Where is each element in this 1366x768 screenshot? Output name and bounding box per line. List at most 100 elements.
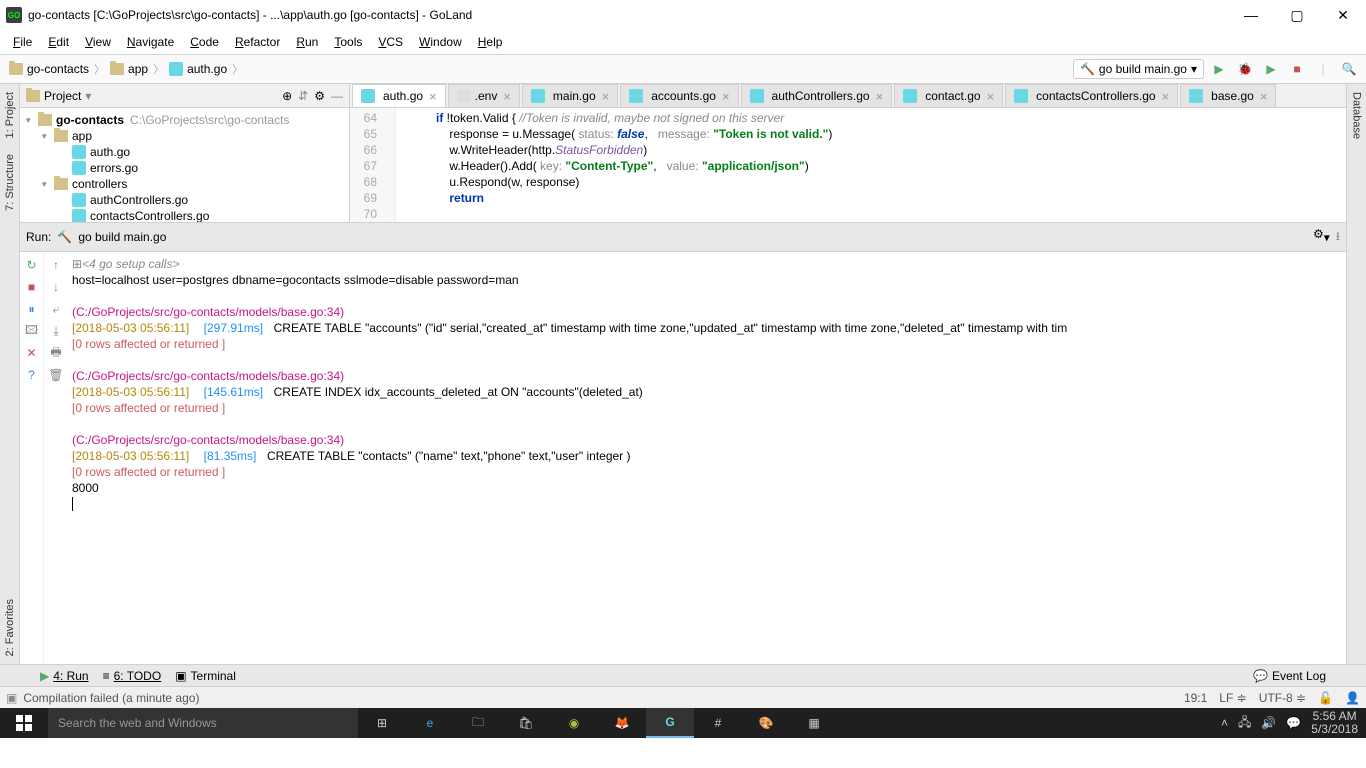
menu-code[interactable]: Code [183, 33, 226, 51]
code-content[interactable]: if !token.Valid { //Token is invalid, ma… [396, 108, 1346, 222]
coverage-button[interactable]: ▶ [1260, 58, 1282, 80]
up-button[interactable]: ↑ [47, 256, 65, 274]
gear-icon[interactable]: ⚙ [314, 89, 325, 103]
menu-refactor[interactable]: Refactor [228, 33, 287, 51]
hide-icon[interactable]: — [331, 89, 343, 103]
tree-root[interactable]: ▾go-contactsC:\GoProjects\src\go-contact… [20, 112, 349, 128]
editor-tab-auth[interactable]: auth.go× [352, 84, 446, 107]
event-log-button[interactable]: 💬Event Log [1253, 669, 1326, 683]
tree-file[interactable]: contactsControllers.go [20, 208, 349, 222]
lock-icon[interactable]: 🔓 [1318, 691, 1333, 705]
menu-edit[interactable]: Edit [41, 33, 76, 51]
pause-button[interactable]: ⏸ [23, 300, 41, 318]
scroll-button[interactable]: ⤓ [47, 322, 65, 340]
breadcrumb-item[interactable]: go-contacts [6, 62, 92, 76]
taskbar-app-goland[interactable]: G [646, 708, 694, 738]
taskbar-app-android[interactable]: ◉ [550, 708, 598, 738]
run-config-selector[interactable]: 🔨 go build main.go ▾ [1073, 59, 1204, 79]
menu-window[interactable]: Window [412, 33, 469, 51]
editor-tab-base[interactable]: base.go× [1180, 84, 1276, 107]
bottom-tab-todo[interactable]: ≡6: TODO [103, 669, 162, 683]
close-button[interactable]: ✕ [23, 344, 41, 362]
hide-icon[interactable]: ⭳ [1336, 227, 1340, 248]
help-button[interactable]: ? [23, 366, 41, 384]
tray-notifications-icon[interactable]: 💬 [1286, 716, 1301, 730]
tray-network-icon[interactable]: 🖧 [1238, 713, 1251, 734]
maximize-button[interactable]: ▢ [1274, 0, 1320, 30]
run-button[interactable]: ▶ [1208, 58, 1230, 80]
close-icon[interactable]: × [1162, 89, 1170, 104]
menu-file[interactable]: File [6, 33, 39, 51]
menu-tools[interactable]: Tools [327, 33, 369, 51]
rerun-button[interactable]: ↻ [23, 256, 41, 274]
tool-tab-structure[interactable]: 7: Structure [2, 146, 18, 219]
dump-button[interactable]: 🖾 [23, 322, 41, 340]
taskbar-app-edge[interactable]: e [406, 708, 454, 738]
line-separator[interactable]: LF ≑ [1219, 691, 1246, 705]
menu-help[interactable]: Help [471, 33, 510, 51]
debug-button[interactable]: 🐞 [1234, 58, 1256, 80]
close-icon[interactable]: × [503, 89, 511, 104]
taskbar-search[interactable]: Search the web and Windows [48, 708, 358, 738]
chevron-down-icon[interactable]: ▾ [85, 89, 91, 103]
editor-tab-authcontrollers[interactable]: authControllers.go× [741, 84, 893, 107]
caret-position[interactable]: 19:1 [1184, 691, 1207, 705]
hector-icon[interactable]: 👤 [1345, 691, 1360, 705]
breadcrumb-item[interactable]: app [107, 62, 151, 76]
encoding[interactable]: UTF-8 ≑ [1259, 691, 1306, 705]
tray-volume-icon[interactable]: 🔊 [1261, 716, 1276, 730]
menu-run[interactable]: Run [289, 33, 325, 51]
tray-chevron-up-icon[interactable]: ˄ [1221, 716, 1228, 730]
collapse-icon[interactable]: ⇵ [298, 89, 308, 103]
print-button[interactable]: 🖶 [47, 344, 65, 362]
code-editor[interactable]: 64656667686970 if !token.Valid { //Token… [350, 108, 1346, 222]
taskbar-app-firefox[interactable]: 🦊 [598, 708, 646, 738]
tool-tab-database[interactable]: Database [1349, 84, 1365, 147]
chevron-down-icon[interactable]: ▾ [42, 131, 54, 142]
stop-button[interactable]: ■ [1286, 58, 1308, 80]
menu-view[interactable]: View [78, 33, 118, 51]
taskbar-app-generic[interactable]: ▦ [790, 708, 838, 738]
minimize-button[interactable]: — [1228, 0, 1274, 30]
close-icon[interactable]: × [429, 89, 437, 104]
tree-file[interactable]: errors.go [20, 160, 349, 176]
bottom-tab-terminal[interactable]: ▣Terminal [175, 669, 236, 683]
taskbar-app-taskview[interactable]: ⊞ [358, 708, 406, 738]
editor-tab-contactscontrollers[interactable]: contactsControllers.go× [1005, 84, 1178, 107]
stop-button[interactable]: ■ [23, 278, 41, 296]
target-icon[interactable]: ⊕ [282, 89, 292, 103]
clear-button[interactable]: 🗑 [47, 366, 65, 384]
chevron-down-icon[interactable]: ▾ [42, 179, 54, 190]
breadcrumb-item[interactable]: auth.go [166, 62, 230, 76]
taskbar-clock[interactable]: 5:56 AM5/3/2018 [1311, 710, 1358, 736]
tree-file[interactable]: authControllers.go [20, 192, 349, 208]
tree-folder[interactable]: ▾app [20, 128, 349, 144]
down-button[interactable]: ↓ [47, 278, 65, 296]
editor-tab-contact[interactable]: contact.go× [894, 84, 1003, 107]
editor-tab-env[interactable]: .env× [448, 84, 520, 107]
status-icon[interactable]: ▣ [6, 691, 17, 705]
gear-icon[interactable]: ⚙▾ [1313, 227, 1330, 248]
search-everywhere-button[interactable]: 🔍 [1338, 58, 1360, 80]
wrap-button[interactable]: ⤶ [47, 300, 65, 318]
tool-tab-project[interactable]: 1: Project [2, 84, 18, 146]
close-icon[interactable]: × [722, 89, 730, 104]
console-output[interactable]: ⊞<4 go setup calls> host=localhost user=… [68, 252, 1346, 664]
close-icon[interactable]: × [876, 89, 884, 104]
close-icon[interactable]: × [1260, 89, 1268, 104]
start-button[interactable] [0, 708, 48, 738]
menu-vcs[interactable]: VCS [371, 33, 410, 51]
taskbar-app-slack[interactable]: # [694, 708, 742, 738]
bottom-tab-run[interactable]: ▶4: Run [40, 669, 89, 683]
menu-navigate[interactable]: Navigate [120, 33, 181, 51]
tree-file[interactable]: auth.go [20, 144, 349, 160]
close-icon[interactable]: × [602, 89, 610, 104]
editor-tab-accounts[interactable]: accounts.go× [620, 84, 738, 107]
project-tree[interactable]: ▾go-contactsC:\GoProjects\src\go-contact… [20, 108, 349, 222]
editor-tab-main[interactable]: main.go× [522, 84, 618, 107]
tree-folder[interactable]: ▾controllers [20, 176, 349, 192]
close-icon[interactable]: × [987, 89, 995, 104]
taskbar-app-explorer[interactable]: 🗀 [454, 708, 502, 738]
taskbar-app-paint[interactable]: 🎨 [742, 708, 790, 738]
tool-tab-favorites[interactable]: 2: Favorites [2, 591, 18, 664]
